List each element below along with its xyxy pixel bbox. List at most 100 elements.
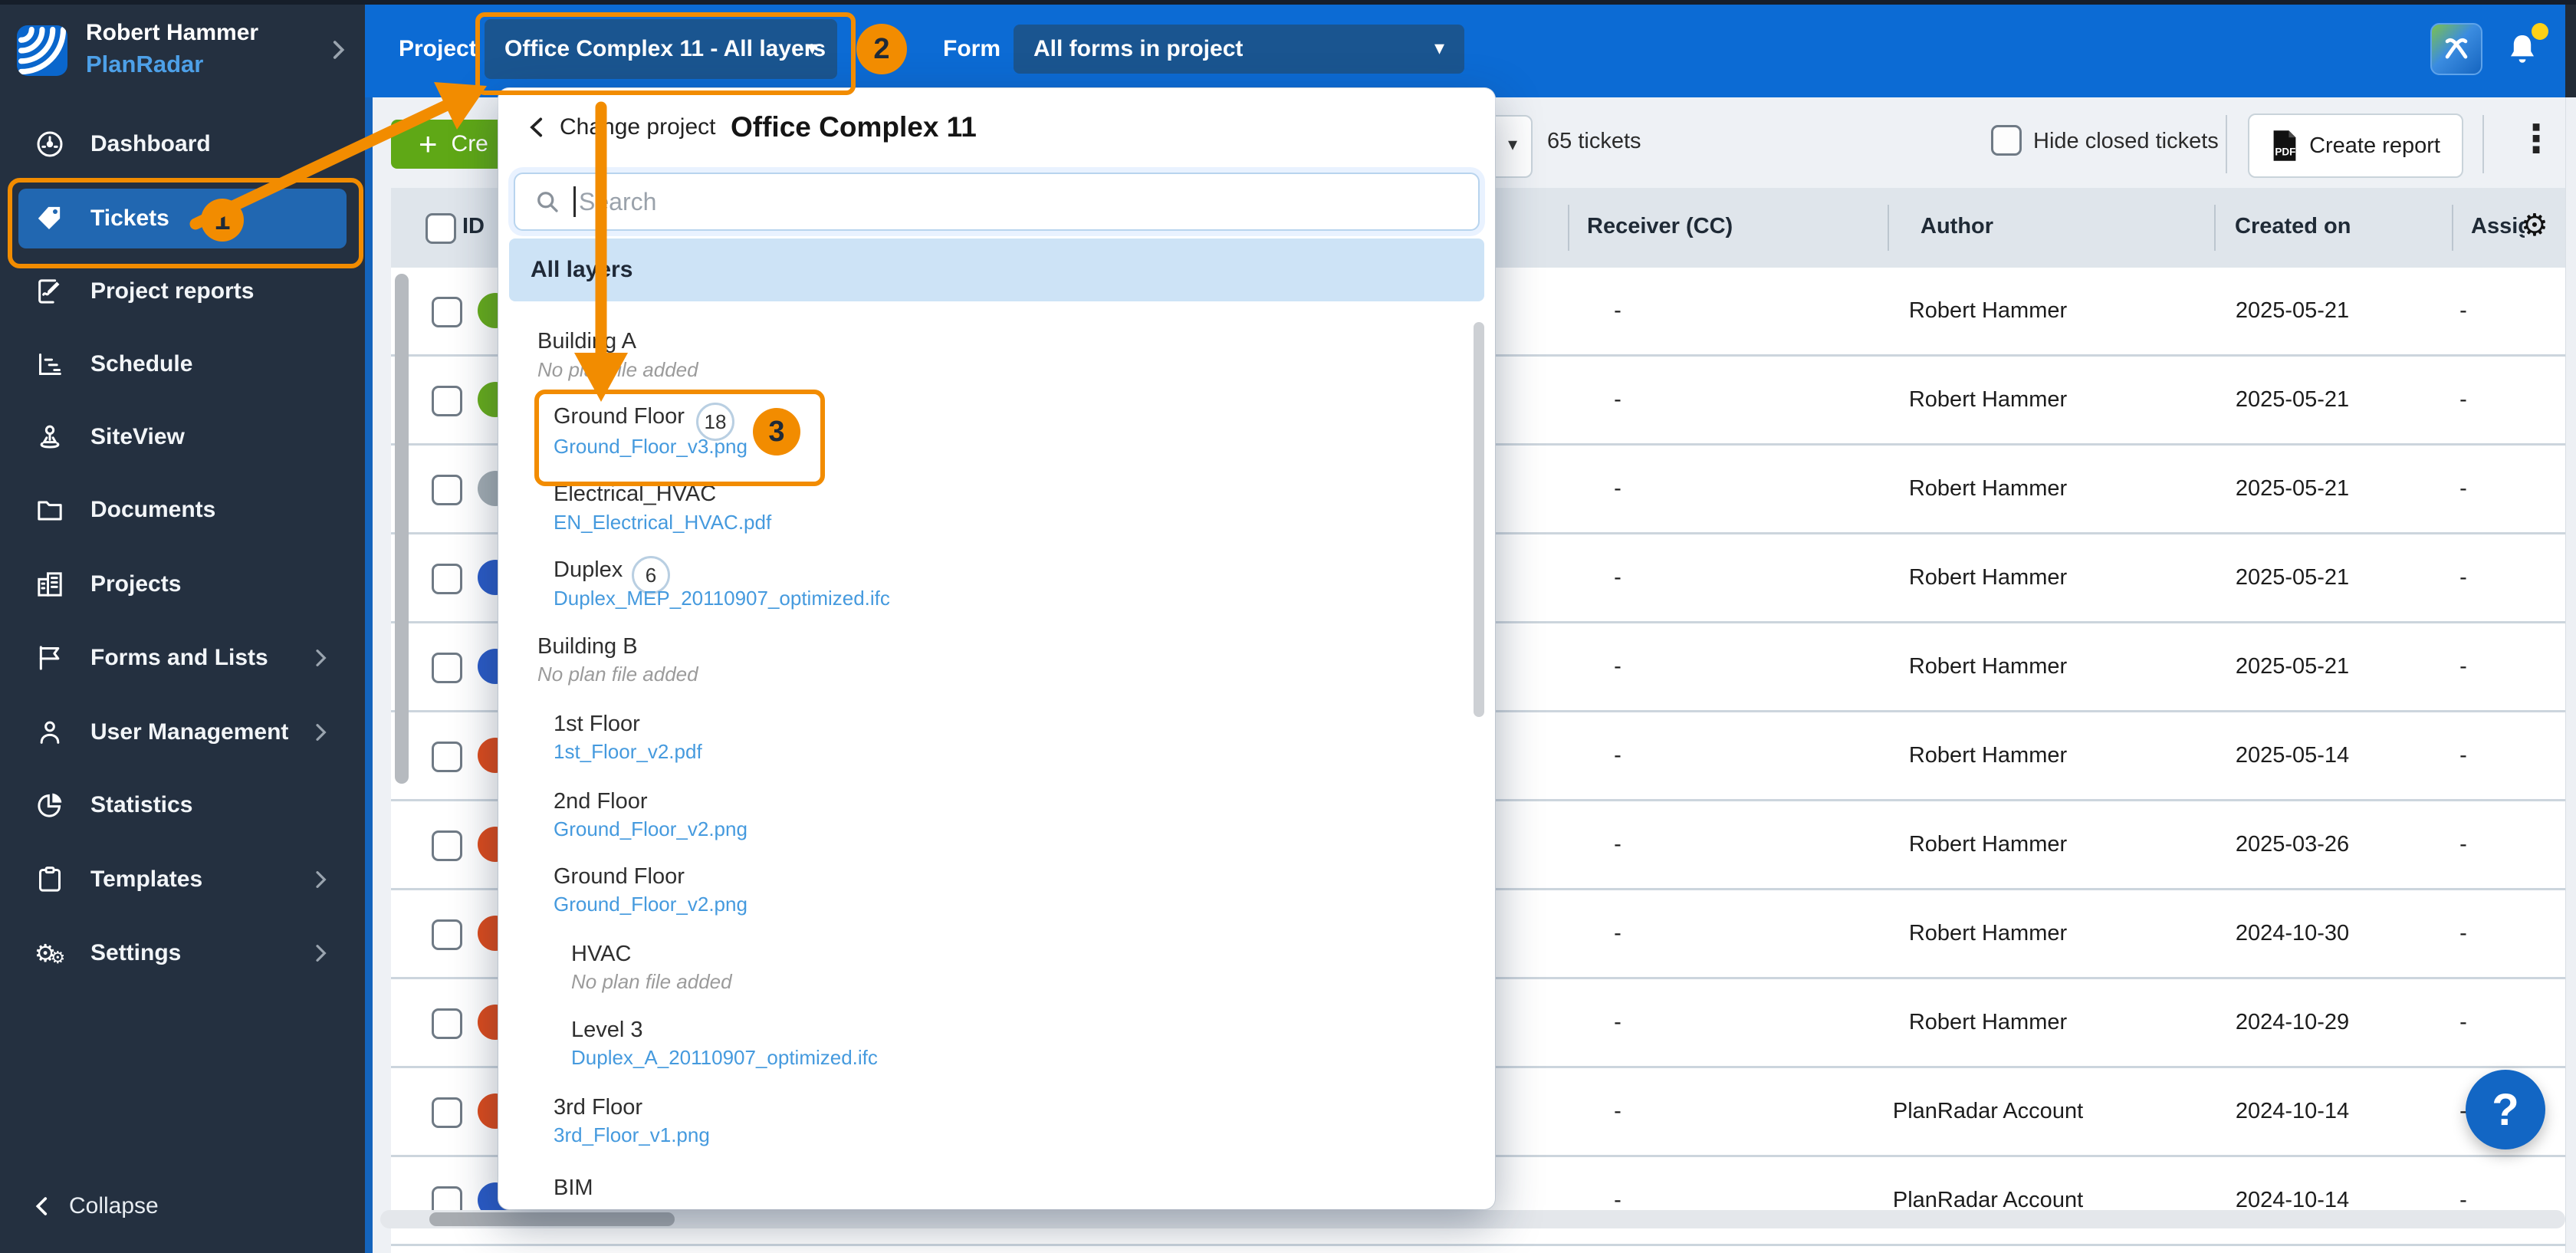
window-top-edge (0, 0, 2576, 5)
sidebar-item-dashboard[interactable]: Dashboard (12, 120, 353, 168)
form-dropdown-value: All forms in project (1033, 36, 1243, 62)
cell-created: 2025-05-21 (2177, 476, 2407, 502)
sidebar-item-settings[interactable]: ⚙⚙ Settings (12, 929, 353, 977)
layer-item[interactable]: 1st Floor (554, 712, 640, 737)
text-cursor (573, 186, 576, 217)
layer-note: No plan file added (537, 663, 698, 686)
select-all-checkbox[interactable] (426, 213, 456, 244)
plus-icon: + (419, 128, 438, 160)
help-button[interactable]: ? (2466, 1070, 2545, 1149)
sidebar-item-forms-and-lists[interactable]: Forms and Lists (12, 634, 353, 682)
layer-item[interactable]: Ground Floor (554, 864, 685, 890)
layer-file-link[interactable]: Duplex_MEP_20110907_optimized.ifc (554, 587, 890, 610)
person-pin-icon (34, 421, 66, 453)
tickets-tag-icon (34, 202, 66, 235)
layer-item[interactable]: HVAC (571, 942, 631, 967)
layer-item[interactable]: Duplex (554, 557, 623, 583)
notification-dot (2532, 23, 2548, 40)
collapse-sidebar-button[interactable]: Collapse (29, 1193, 159, 1219)
cell-created: 2025-05-21 (2177, 654, 2407, 679)
layer-file-link[interactable]: EN_Electrical_HVAC.pdf (554, 511, 771, 534)
sidebar-item-templates[interactable]: Templates (12, 856, 353, 903)
col-receiver[interactable]: Receiver (CC) (1587, 214, 1733, 239)
row-checkbox[interactable] (432, 830, 462, 861)
sidebar-item-statistics[interactable]: Statistics (12, 781, 353, 829)
cell-assigned: - (2387, 565, 2540, 590)
sidebar-item-project-reports[interactable]: Project reports (12, 268, 353, 315)
change-project-link[interactable]: Change project (524, 114, 715, 140)
sidebar-item-schedule[interactable]: Schedule (12, 340, 353, 388)
col-id[interactable]: ID (462, 214, 485, 239)
layer-file-link[interactable]: 3rd_Floor_v1.png (554, 1123, 710, 1147)
user-expand-chevron-icon[interactable] (325, 37, 351, 63)
row-checkbox[interactable] (432, 386, 462, 416)
clipboard-icon (34, 863, 66, 896)
sidebar-item-label: Tickets (90, 206, 169, 232)
cell-assigned: - (2387, 743, 2540, 768)
cell-created: 2025-05-21 (2177, 387, 2407, 413)
horizontal-scrollbar-thumb[interactable] (429, 1212, 675, 1226)
collapse-label: Collapse (69, 1193, 159, 1219)
sidebar-item-documents[interactable]: Documents (12, 486, 353, 534)
row-checkbox[interactable] (432, 1097, 462, 1128)
gears-icon: ⚙⚙ (34, 937, 66, 969)
panel-scrollbar[interactable] (1474, 322, 1484, 717)
layer-file-link[interactable]: Duplex_A_20110907_optimized.ifc (571, 1046, 878, 1070)
planradar-connect-button[interactable] (2430, 23, 2482, 75)
table-vertical-scrollbar[interactable] (395, 274, 409, 784)
form-dropdown[interactable]: All forms in project ▾ (1014, 25, 1464, 74)
more-options-kebab-icon[interactable]: ⋮ (2517, 117, 2555, 161)
create-report-button[interactable]: PDF Create report (2248, 113, 2463, 178)
row-checkbox[interactable] (432, 653, 462, 683)
cell-author: Robert Hammer (1835, 476, 2141, 502)
caret-down-icon: ▾ (1434, 37, 1444, 60)
layer-item[interactable]: 3rd Floor (554, 1095, 642, 1120)
page-scrollbar-gutter[interactable] (2565, 97, 2576, 1253)
cell-author: Robert Hammer (1835, 743, 2141, 768)
tickets-count: 65 tickets (1547, 129, 1641, 154)
table-row[interactable] (391, 1246, 2565, 1253)
col-assigned[interactable]: Assigne (2471, 214, 2525, 239)
sidebar-item-label: User Management (90, 719, 288, 745)
hide-closed-checkbox[interactable] (1991, 125, 2022, 156)
row-checkbox[interactable] (432, 1008, 462, 1039)
step2-highlight-box (475, 12, 856, 95)
layer-group[interactable]: Building B (537, 634, 638, 659)
layer-note: No plan file added (537, 358, 698, 382)
sidebar-item-projects[interactable]: Projects (12, 561, 353, 608)
folder-icon (34, 494, 66, 526)
sidebar-item-user-management[interactable]: User Management (12, 709, 353, 756)
row-checkbox[interactable] (432, 919, 462, 950)
col-author[interactable]: Author (1921, 214, 1993, 239)
layer-file-link[interactable]: 1st_Floor_v2.pdf (554, 740, 702, 764)
cell-receiver: - (1541, 387, 1694, 413)
row-checkbox[interactable] (432, 297, 462, 327)
sidebar-item-siteview[interactable]: SiteView (12, 413, 353, 461)
layer-file-link[interactable]: Ground_Floor_v2.png (554, 893, 748, 916)
cell-author: Robert Hammer (1835, 654, 2141, 679)
all-layers-option[interactable]: All layers (509, 238, 1484, 301)
sidebar-item-tickets[interactable]: Tickets (18, 189, 347, 248)
row-checkbox[interactable] (432, 564, 462, 594)
chevron-left-icon (29, 1193, 55, 1219)
connect-x-icon (2440, 32, 2473, 66)
layer-item[interactable]: Level 3 (571, 1018, 643, 1043)
layer-search-input[interactable]: Search (514, 173, 1480, 231)
horizontal-scrollbar-track[interactable] (380, 1210, 2565, 1228)
layer-file-link[interactable]: Ground_Floor_v2.png (554, 817, 748, 841)
column-settings-gear-icon[interactable]: ⚙ (2521, 208, 2548, 243)
user-name: Robert Hammer (86, 20, 258, 46)
layer-group[interactable]: Building A (537, 329, 636, 354)
cell-author: Robert Hammer (1835, 921, 2141, 946)
cell-author: Robert Hammer (1835, 1010, 2141, 1035)
row-checkbox[interactable] (432, 742, 462, 772)
panel-title: Office Complex 11 (731, 111, 977, 143)
layer-item[interactable]: 2nd Floor (554, 789, 648, 814)
chevron-right-icon (308, 941, 333, 965)
layer-item[interactable]: BIM (554, 1176, 593, 1201)
cell-created: 2025-05-21 (2177, 298, 2407, 324)
toolbar-divider (2482, 115, 2484, 173)
col-created[interactable]: Created on (2235, 214, 2351, 239)
row-checkbox[interactable] (432, 475, 462, 505)
sidebar-edge-strip (365, 97, 373, 1253)
